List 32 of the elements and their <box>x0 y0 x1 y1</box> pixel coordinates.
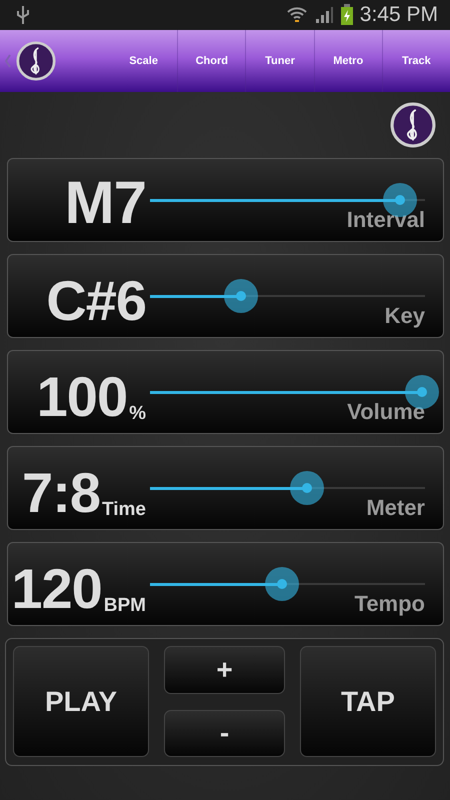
unit-label: % <box>129 403 146 425</box>
usb-icon <box>16 5 30 25</box>
slider-thumb[interactable] <box>224 279 258 313</box>
parameter-label: Volume <box>347 399 425 425</box>
plus-button[interactable]: + <box>164 646 285 694</box>
slider-thumb[interactable] <box>265 567 299 601</box>
nav-tab[interactable]: Track <box>382 30 450 92</box>
signal-icon <box>314 5 334 25</box>
nav-tab[interactable]: Tuner <box>245 30 314 92</box>
nav-tab[interactable]: Scale <box>110 30 178 92</box>
battery-icon <box>340 4 354 26</box>
slider-thumb[interactable] <box>290 471 324 505</box>
unit-label: Time <box>102 499 146 521</box>
tap-button[interactable]: TAP <box>300 646 436 757</box>
clef-button-icon[interactable] <box>390 102 436 148</box>
parameter-label: Key <box>384 303 425 329</box>
value-readout: C#6 <box>46 273 146 329</box>
minus-button[interactable]: - <box>164 710 285 757</box>
unit-label: BPM <box>104 595 146 617</box>
value-readout: 100 <box>36 369 128 425</box>
parameter-label: Tempo <box>354 591 425 617</box>
value-readout: 7:8 <box>22 465 100 521</box>
status-time: 3:45 PM <box>360 3 438 27</box>
nav-tab[interactable]: Chord <box>177 30 246 92</box>
parameter-label: Meter <box>366 495 425 521</box>
parameter-label: Interval <box>346 207 425 233</box>
nav-tab[interactable]: Metro <box>314 30 382 92</box>
value-readout: M7 <box>64 173 146 233</box>
app-logo-icon[interactable] <box>16 41 56 81</box>
value-readout: 120 <box>11 561 102 617</box>
wifi-icon <box>286 5 308 25</box>
play-button[interactable]: PLAY <box>13 646 149 757</box>
